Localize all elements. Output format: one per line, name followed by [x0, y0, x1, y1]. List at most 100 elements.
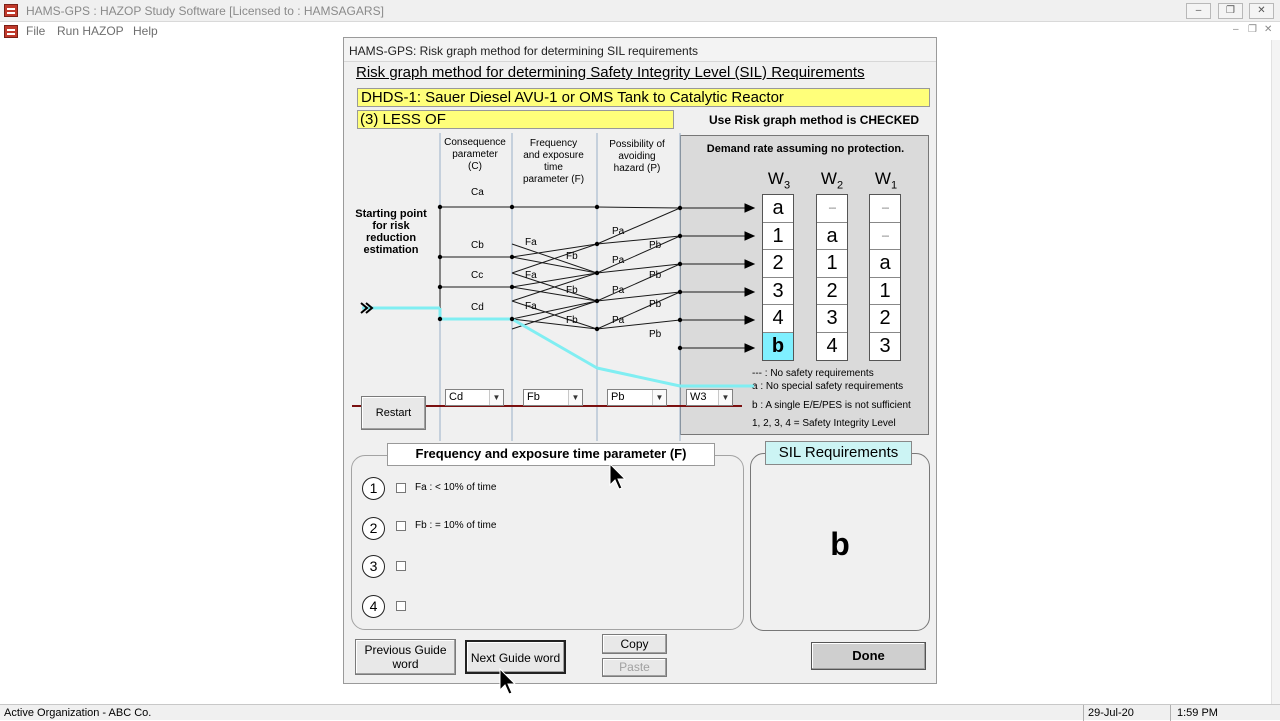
option-checkbox-3[interactable]	[396, 561, 406, 571]
output-arrows	[744, 203, 756, 353]
possibility-label: Pa	[612, 285, 625, 296]
chevron-down-icon[interactable]: ▼	[718, 390, 732, 405]
document-icon[interactable]	[4, 25, 18, 38]
consequence-label: Cd	[471, 302, 484, 313]
arrow-right-icon	[744, 259, 756, 269]
chevron-down-icon[interactable]: ▼	[652, 390, 666, 405]
guide-word-field: (3) LESS OF	[357, 110, 674, 129]
option-checkbox-2[interactable]	[396, 521, 406, 531]
branch-p	[596, 263, 681, 302]
frequency-group-box	[351, 455, 744, 630]
graph-node	[594, 270, 600, 276]
frequency-label: Fa	[525, 301, 537, 312]
arrow-right-icon	[744, 231, 756, 241]
mouse-pointer-icon	[499, 668, 517, 695]
restore-button[interactable]: ❐	[1218, 3, 1243, 19]
graph-node	[677, 205, 683, 211]
possibility-label: Pa	[612, 226, 625, 237]
possibility-label: Pb	[649, 299, 662, 310]
graph-node	[509, 254, 515, 260]
graph-node	[594, 204, 600, 210]
graph-node	[677, 261, 683, 267]
branch-p	[596, 206, 681, 209]
app-title-bar: HAMS-GPS : HAZOP Study Software [License…	[0, 0, 1280, 22]
graph-node	[677, 289, 683, 295]
mdi-minimize-button[interactable]: –	[1233, 24, 1239, 35]
menu-file[interactable]: File	[26, 24, 45, 38]
close-button[interactable]: ✕	[1249, 3, 1274, 19]
possibility-select-value: Pb	[611, 391, 625, 403]
status-time: 1:59 PM	[1177, 707, 1218, 719]
option-label-2[interactable]: Fb : = 10% of time	[415, 520, 496, 531]
dialog-title-bar: HAMS-GPS: Risk graph method for determin…	[344, 38, 936, 62]
restart-button[interactable]: Restart	[361, 396, 426, 430]
possibility-label: Pa	[612, 315, 625, 326]
risk-graph-diagram: Ca Cb Cc Cd Fa Fb Fa Fb Fa Fb Pa Pb Pa Pb Pa Pb Pa Pb	[352, 133, 756, 441]
possibility-label: Pb	[649, 270, 662, 281]
graph-node	[437, 204, 443, 210]
app-logo-icon[interactable]	[4, 4, 18, 17]
option-label-1[interactable]: Fa : < 10% of time	[415, 482, 496, 493]
vertical-scrollbar[interactable]	[1271, 40, 1280, 704]
option-number-1: 1	[362, 477, 385, 500]
possibility-label: Pb	[649, 240, 662, 251]
chevron-down-icon[interactable]: ▼	[568, 390, 582, 405]
mouse-pointer-icon	[609, 463, 627, 490]
graph-node	[677, 317, 683, 323]
possibility-select[interactable]: Pb ▼	[607, 389, 667, 406]
previous-guide-word-button[interactable]: Previous Guide word	[355, 639, 456, 675]
graph-node	[509, 204, 515, 210]
consequence-select[interactable]: Cd ▼	[445, 389, 504, 406]
possibility-label: Pb	[649, 329, 662, 340]
status-separator	[1083, 705, 1084, 721]
branch-p	[596, 235, 681, 274]
paste-button[interactable]: Paste	[602, 658, 667, 677]
frequency-select[interactable]: Fb ▼	[523, 389, 583, 406]
graph-node	[677, 345, 683, 351]
dialog-heading: Risk graph method for determining Safety…	[356, 64, 865, 81]
graph-node	[437, 284, 443, 290]
menu-run-hazop[interactable]: Run HAZOP	[57, 24, 124, 38]
arrow-right-icon	[744, 343, 756, 353]
frequency-label: Fa	[525, 237, 537, 248]
chevron-down-icon[interactable]: ▼	[489, 390, 503, 405]
demand-select[interactable]: W3 ▼	[686, 389, 733, 406]
arrow-right-icon	[744, 315, 756, 325]
status-date: 29-Jul-20	[1088, 707, 1134, 719]
risk-graph-dialog: HAMS-GPS: Risk graph method for determin…	[343, 37, 937, 695]
mdi-restore-button[interactable]: ❐	[1248, 24, 1257, 35]
graph-node	[509, 284, 515, 290]
arrow-right-icon	[744, 203, 756, 213]
consequence-label: Cb	[471, 240, 484, 251]
selected-path-p	[596, 366, 681, 388]
method-status-label: Use Risk graph method is CHECKED	[709, 113, 920, 127]
graph-node	[437, 316, 443, 322]
frequency-label: Fb	[566, 315, 578, 326]
consequence-select-value: Cd	[449, 391, 464, 403]
branch-p	[596, 319, 681, 330]
dialog-title: HAMS-GPS: Risk graph method for determin…	[349, 44, 699, 58]
branch-p	[596, 291, 681, 330]
graph-node	[594, 326, 600, 332]
done-button[interactable]: Done	[811, 642, 926, 670]
consequence-label: Ca	[471, 187, 484, 198]
frequency-label: Fb	[566, 285, 578, 296]
branch-f	[511, 286, 598, 302]
option-checkbox-4[interactable]	[396, 601, 406, 611]
minimize-button[interactable]: –	[1186, 3, 1211, 19]
frequency-select-value: Fb	[527, 391, 540, 403]
branch-p	[596, 263, 681, 274]
app-title: HAMS-GPS : HAZOP Study Software [License…	[26, 4, 384, 18]
status-bar: Active Organization - ABC Co. 29-Jul-20 …	[0, 704, 1280, 721]
option-checkbox-1[interactable]	[396, 483, 406, 493]
status-organization: Active Organization - ABC Co.	[4, 707, 152, 719]
study-node-field: DHDS-1: Sauer Diesel AVU-1 or OMS Tank t…	[357, 88, 930, 107]
graph-node	[437, 254, 443, 260]
branch-labels: Ca Cb Cc Cd Fa Fb Fa Fb Fa Fb Pa Pb Pa Pb Pa Pb Pa Pb	[471, 187, 662, 340]
graph-node	[509, 316, 515, 322]
graph-node	[594, 298, 600, 304]
copy-button[interactable]: Copy	[602, 634, 667, 654]
menu-help[interactable]: Help	[133, 24, 158, 38]
mdi-close-button[interactable]: ✕	[1264, 24, 1272, 35]
arrow-right-icon	[744, 287, 756, 297]
